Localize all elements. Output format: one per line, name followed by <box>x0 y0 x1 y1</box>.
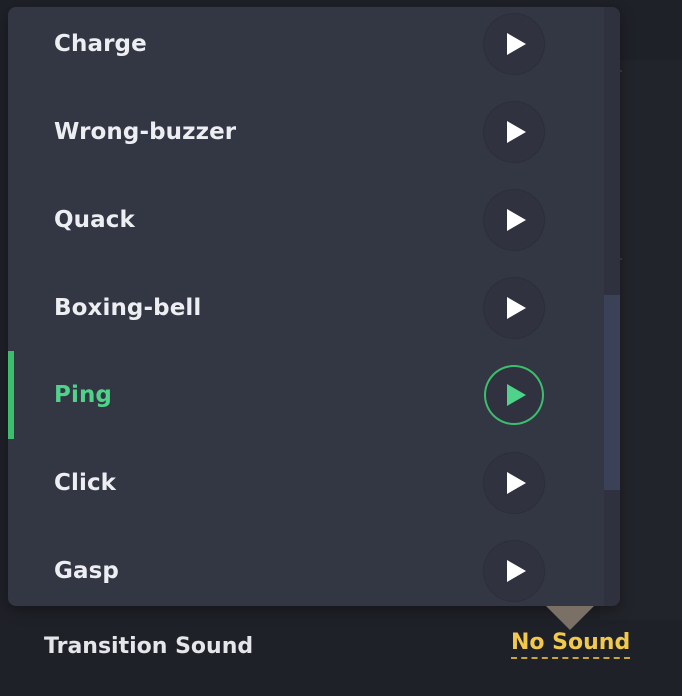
sound-option-label: Boxing-bell <box>54 295 202 321</box>
play-button[interactable] <box>484 14 544 74</box>
transition-sound-label: Transition Sound <box>44 634 254 659</box>
transition-sound-value[interactable]: No Sound <box>511 630 631 659</box>
play-icon <box>507 209 526 231</box>
play-icon <box>507 384 526 406</box>
sound-settings-page: Charge Wrong-buzzer Quack Boxing-bell Pi… <box>0 0 682 696</box>
play-icon <box>507 472 526 494</box>
sound-option-label: Gasp <box>54 558 119 584</box>
play-button[interactable] <box>484 453 544 513</box>
play-button[interactable] <box>484 102 544 162</box>
selected-indicator <box>8 351 14 439</box>
play-icon <box>507 560 526 582</box>
play-button[interactable] <box>484 541 544 601</box>
sound-option-quack[interactable]: Quack <box>8 176 604 264</box>
play-icon <box>507 297 526 319</box>
sound-option-gasp[interactable]: Gasp <box>8 527 604 606</box>
sound-option-label: Ping <box>54 382 112 408</box>
sound-option-ping[interactable]: Ping <box>8 351 604 439</box>
dropdown-caret-icon <box>546 606 594 630</box>
play-icon <box>507 121 526 143</box>
play-button[interactable] <box>484 278 544 338</box>
sound-dropdown-list[interactable]: Charge Wrong-buzzer Quack Boxing-bell Pi… <box>8 7 620 606</box>
play-icon <box>507 33 526 55</box>
sound-option-charge[interactable]: Charge <box>8 7 604 88</box>
sound-option-click[interactable]: Click <box>8 439 604 527</box>
scrollbar-track[interactable] <box>604 7 620 606</box>
play-button[interactable] <box>484 365 544 425</box>
sound-option-label: Click <box>54 470 117 496</box>
sound-option-label: Charge <box>54 31 147 57</box>
sound-option-boxing-bell[interactable]: Boxing-bell <box>8 264 604 352</box>
sound-option-label: Wrong-buzzer <box>54 119 237 145</box>
sound-option-wrong-buzzer[interactable]: Wrong-buzzer <box>8 88 604 176</box>
scrollbar-thumb[interactable] <box>604 295 620 490</box>
sound-option-label: Quack <box>54 207 135 233</box>
play-button[interactable] <box>484 190 544 250</box>
